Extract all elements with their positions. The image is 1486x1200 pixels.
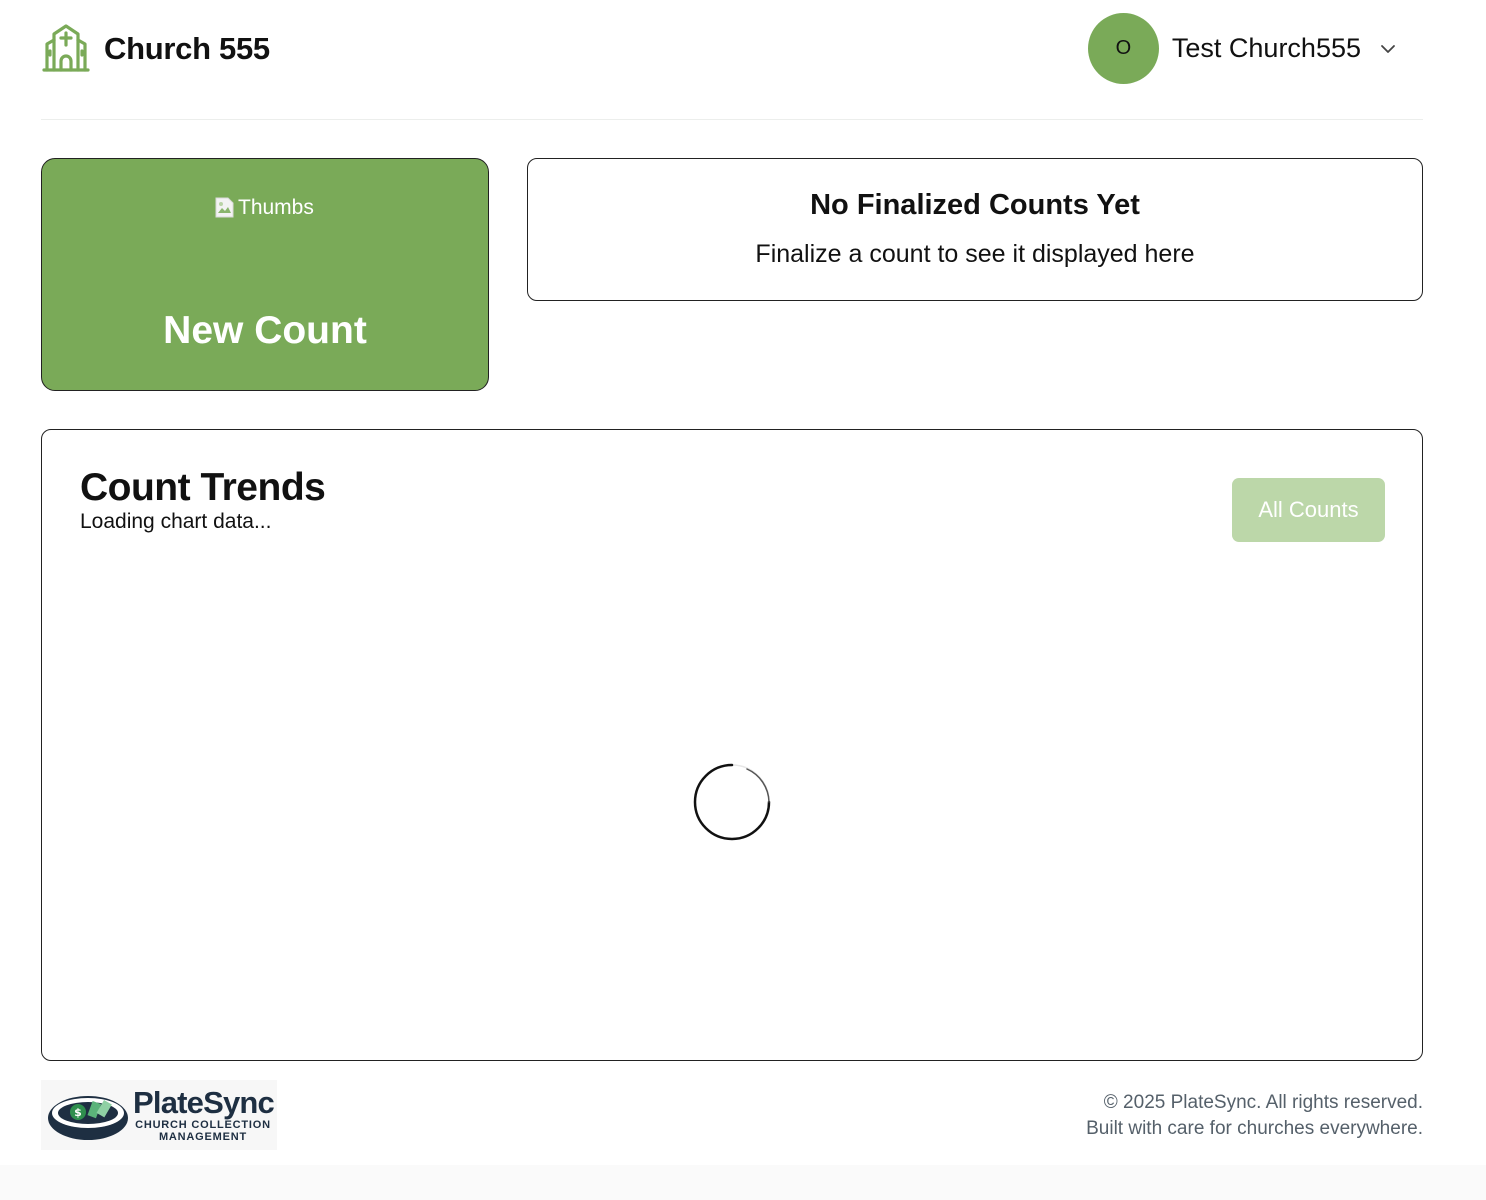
avatar[interactable]: O (1087, 13, 1159, 84)
page: Church 555 O Test Church555 Thumbs New C… (0, 0, 1486, 1200)
chart-loading-status: Loading chart data... (80, 510, 272, 533)
thumbs-image: Thumbs (214, 193, 318, 223)
platesync-logo-text: PlateSync CHURCH COLLECTION MANAGEMENT (133, 1085, 275, 1144)
plate-money-icon: $ (48, 1096, 128, 1140)
brand[interactable]: Church 555 (41, 24, 270, 74)
finalized-counts-subtitle: Finalize a count to see it displayed her… (755, 240, 1195, 268)
platesync-logo-tagline-2: MANAGEMENT (158, 1131, 248, 1143)
footer-tagline: Built with care for churches everywhere. (1086, 1118, 1423, 1139)
thumbs-image-alt: Thumbs (238, 196, 314, 219)
user-menu[interactable]: O Test Church555 (1087, 13, 1397, 84)
broken-image-icon (215, 197, 234, 218)
new-count-label: New Count (163, 309, 367, 352)
platesync-logo-tagline-1: CHURCH COLLECTION (135, 1119, 271, 1131)
all-counts-button[interactable]: All Counts (1232, 478, 1385, 542)
platesync-logo: $ PlateSync CHURCH COLLECTION MANAGEMENT (41, 1080, 277, 1150)
footer-text: © 2025 PlateSync. All rights reserved. B… (1086, 1090, 1423, 1142)
count-trends-title: Count Trends (80, 466, 326, 509)
app-header: Church 555 O Test Church555 (41, 0, 1423, 120)
finalized-counts-title: No Finalized Counts Yet (810, 189, 1140, 221)
new-count-card[interactable]: Thumbs New Count (41, 158, 489, 391)
count-trends-card: Count Trends Loading chart data... All C… (41, 429, 1423, 1061)
finalized-counts-card: No Finalized Counts Yet Finalize a count… (527, 158, 1423, 301)
brand-title: Church 555 (104, 31, 270, 66)
svg-text:$: $ (74, 1106, 82, 1119)
platesync-logo-name: PlateSync (133, 1085, 275, 1120)
church-icon (42, 24, 90, 72)
user-name[interactable]: Test Church555 (1172, 33, 1361, 64)
loading-spinner-icon (693, 763, 771, 841)
footer-copyright: © 2025 PlateSync. All rights reserved. (1103, 1092, 1423, 1113)
chevron-down-icon[interactable] (1379, 40, 1397, 58)
